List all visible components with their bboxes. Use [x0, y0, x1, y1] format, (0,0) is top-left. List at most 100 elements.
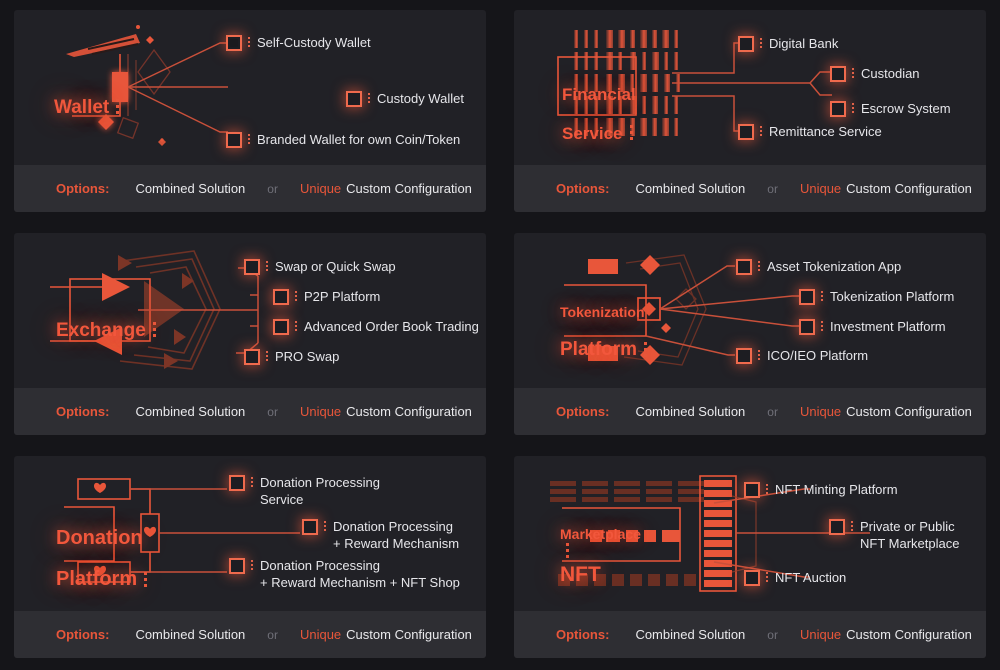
card-tokenization-platform[interactable]: Tokenization Platform Asset Tokenization… — [514, 233, 986, 435]
option-unique[interactable]: Unique — [800, 627, 841, 642]
card-wallet-footer: Options: Combined Solution or Unique Cus… — [14, 165, 486, 212]
list-item[interactable]: PRO Swap — [244, 348, 339, 365]
option-combined-solution[interactable]: Combined Solution — [635, 404, 745, 419]
option-custom-configuration[interactable]: Custom Configuration — [846, 404, 972, 419]
list-item[interactable]: Swap or Quick Swap — [244, 258, 396, 275]
card-donation-platform-body: Donation Platform Donation Processing Se… — [14, 456, 486, 611]
dot-separator-icon — [251, 477, 253, 487]
list-item[interactable]: Investment Platform — [799, 318, 946, 335]
option-custom-configuration[interactable]: Custom Configuration — [846, 181, 972, 196]
card-exchange-body: Exchange Swap or Quick Swap P2P Platform… — [14, 233, 486, 388]
dot-separator-icon — [758, 350, 760, 360]
list-item[interactable]: ICO/IEO Platform — [736, 347, 868, 364]
list-item[interactable]: Donation Processing + Reward Mechanism +… — [229, 557, 460, 591]
option-combined-solution[interactable]: Combined Solution — [635, 627, 745, 642]
dot-separator-icon — [248, 37, 250, 47]
checkbox-icon[interactable] — [738, 36, 754, 52]
option-custom-configuration[interactable]: Custom Configuration — [346, 627, 472, 642]
list-item[interactable]: Custody Wallet — [346, 90, 464, 107]
dot-separator-icon — [248, 134, 250, 144]
dot-separator-icon — [760, 38, 762, 48]
checkbox-icon[interactable] — [736, 259, 752, 275]
checkbox-icon[interactable] — [830, 101, 846, 117]
dot-separator-icon — [852, 103, 854, 113]
option-unique[interactable]: Unique — [800, 181, 841, 196]
list-item[interactable]: NFT Minting Platform — [744, 481, 898, 498]
checkbox-icon[interactable] — [273, 319, 289, 335]
option-unique[interactable]: Unique — [300, 404, 341, 419]
card-marketplace-nft-footer: Options: Combined Solution or Unique Cus… — [514, 611, 986, 658]
financial-service-graphic — [557, 30, 832, 136]
option-combined-solution[interactable]: Combined Solution — [135, 627, 245, 642]
checkbox-icon[interactable] — [829, 519, 845, 535]
card-donation-platform[interactable]: Donation Platform Donation Processing Se… — [14, 456, 486, 658]
options-label: Options: — [56, 181, 110, 196]
list-item[interactable]: Asset Tokenization App — [736, 258, 901, 275]
solutions-grid: Wallet Self-Custody Wallet Custody Walle… — [0, 0, 1000, 670]
option-custom-configuration[interactable]: Custom Configuration — [346, 181, 472, 196]
card-wallet[interactable]: Wallet Self-Custody Wallet Custody Walle… — [14, 10, 486, 212]
options-label: Options: — [56, 404, 110, 419]
list-item[interactable]: NFT Auction — [744, 569, 846, 586]
list-item[interactable]: Self-Custody Wallet — [226, 34, 371, 51]
options-label: Options: — [556, 404, 610, 419]
dot-separator-icon — [758, 261, 760, 271]
list-item[interactable]: P2P Platform — [273, 288, 380, 305]
option-or: or — [267, 181, 278, 196]
option-or: or — [267, 627, 278, 642]
checkbox-icon[interactable] — [226, 35, 242, 51]
list-item[interactable]: Donation Processing + Reward Mechanism — [302, 518, 459, 552]
option-custom-configuration[interactable]: Custom Configuration — [846, 627, 972, 642]
card-exchange-footer: Options: Combined Solution or Unique Cus… — [14, 388, 486, 435]
option-unique[interactable]: Unique — [300, 627, 341, 642]
dot-separator-icon — [852, 68, 854, 78]
list-item[interactable]: Advanced Order Book Trading — [273, 318, 479, 335]
dot-separator-icon — [851, 521, 853, 531]
option-or: or — [767, 181, 778, 196]
dot-separator-icon — [760, 126, 762, 136]
option-combined-solution[interactable]: Combined Solution — [135, 404, 245, 419]
list-item[interactable]: Remittance Service — [738, 123, 882, 140]
options-label: Options: — [556, 181, 610, 196]
checkbox-icon[interactable] — [799, 289, 815, 305]
card-financial-service[interactable]: Financial Service Digital Bank Custodian… — [514, 10, 986, 212]
card-tokenization-platform-body: Tokenization Platform Asset Tokenization… — [514, 233, 986, 388]
option-unique[interactable]: Unique — [300, 181, 341, 196]
checkbox-icon[interactable] — [744, 482, 760, 498]
dot-separator-icon — [766, 572, 768, 582]
card-donation-platform-footer: Options: Combined Solution or Unique Cus… — [14, 611, 486, 658]
checkbox-icon[interactable] — [738, 124, 754, 140]
list-item[interactable]: Donation Processing Service — [229, 474, 380, 508]
checkbox-icon[interactable] — [229, 475, 245, 491]
option-combined-solution[interactable]: Combined Solution — [135, 181, 245, 196]
card-marketplace-nft[interactable]: Marketplace NFT NFT Minting Platform Pri… — [514, 456, 986, 658]
checkbox-icon[interactable] — [273, 289, 289, 305]
checkbox-icon[interactable] — [229, 558, 245, 574]
checkbox-icon[interactable] — [744, 570, 760, 586]
checkbox-icon[interactable] — [302, 519, 318, 535]
option-combined-solution[interactable]: Combined Solution — [635, 181, 745, 196]
list-item[interactable]: Escrow System — [830, 100, 951, 117]
list-item[interactable]: Private or Public NFT Marketplace — [829, 518, 959, 552]
option-or: or — [767, 627, 778, 642]
checkbox-icon[interactable] — [830, 66, 846, 82]
checkbox-icon[interactable] — [244, 259, 260, 275]
options-label: Options: — [556, 627, 610, 642]
list-item[interactable]: Custodian — [830, 65, 920, 82]
checkbox-icon[interactable] — [736, 348, 752, 364]
option-unique[interactable]: Unique — [800, 404, 841, 419]
option-custom-configuration[interactable]: Custom Configuration — [346, 404, 472, 419]
card-wallet-body: Wallet Self-Custody Wallet Custody Walle… — [14, 10, 486, 165]
checkbox-icon[interactable] — [799, 319, 815, 335]
list-item[interactable]: Branded Wallet for own Coin/Token — [226, 131, 460, 148]
card-exchange[interactable]: Exchange Swap or Quick Swap P2P Platform… — [14, 233, 486, 435]
dot-separator-icon — [251, 560, 253, 570]
dot-separator-icon — [821, 291, 823, 301]
card-financial-service-body: Financial Service Digital Bank Custodian… — [514, 10, 986, 165]
checkbox-icon[interactable] — [244, 349, 260, 365]
checkbox-icon[interactable] — [346, 91, 362, 107]
dot-separator-icon — [368, 93, 370, 103]
list-item[interactable]: Tokenization Platform — [799, 288, 954, 305]
checkbox-icon[interactable] — [226, 132, 242, 148]
list-item[interactable]: Digital Bank — [738, 35, 838, 52]
